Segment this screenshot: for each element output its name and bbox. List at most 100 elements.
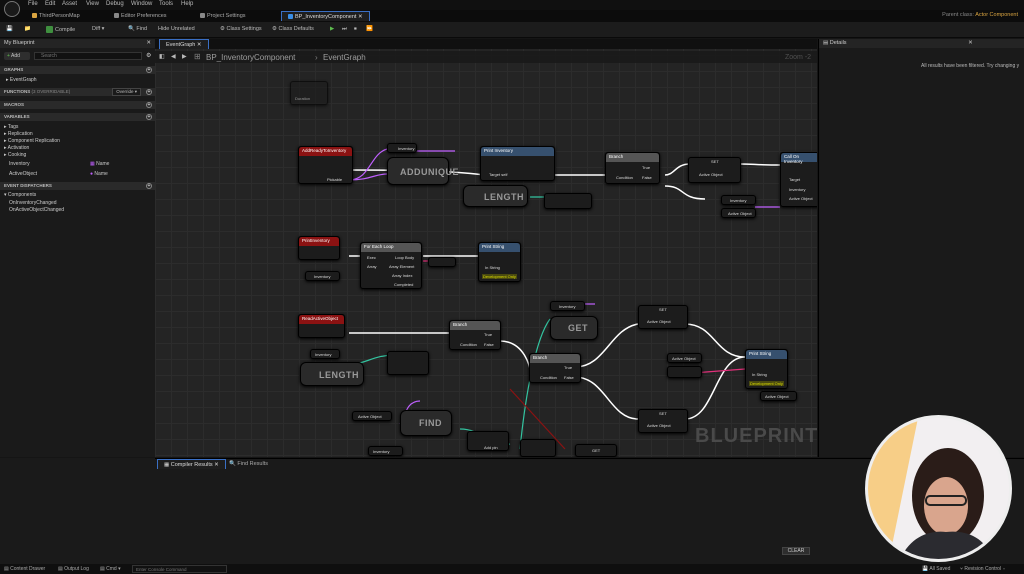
add-variable-icon[interactable]: + [146, 114, 152, 120]
variable-group-tags[interactable]: ▸ Tags [4, 124, 18, 130]
menu-window[interactable]: Window [131, 1, 152, 7]
browse-icon[interactable]: 📁 [24, 26, 31, 32]
functions-section[interactable]: FUNCTIONS (3 OVERRIDABLE) Override ▾ + [0, 88, 155, 96]
add-macro-icon[interactable]: + [146, 102, 152, 108]
diff-button[interactable]: Diff ▾ [92, 26, 104, 32]
back-arrow-icon[interactable]: ◀ [171, 53, 176, 60]
find-node[interactable]: FIND [400, 410, 452, 436]
graph-item-eventgraph[interactable]: ▸ EventGraph [6, 77, 37, 83]
close-tab-icon[interactable]: ✕ [197, 42, 202, 48]
conversion-node-2[interactable] [667, 366, 702, 378]
event-dispatchers-section[interactable]: EVENT DISPATCHERS + [0, 182, 155, 190]
gear-icon[interactable]: ⚙ [146, 52, 151, 59]
add-dispatcher-icon[interactable]: + [146, 183, 152, 189]
read-active-object-event-node[interactable]: ReadActiveObject [298, 314, 345, 338]
length-node-2[interactable]: LENGTH [300, 362, 364, 386]
branch-node-1[interactable]: Branch Condition True False [605, 152, 660, 184]
breadcrumb-leaf[interactable]: EventGraph [323, 53, 366, 62]
compare-node-1[interactable] [544, 193, 592, 209]
revision-control-button[interactable]: ⑂ Revision Control ▾ [960, 566, 1005, 572]
call-on-inventory-node[interactable]: Call On Inventory Target Inventory Activ… [780, 152, 817, 207]
step-icon[interactable]: ⏭ [342, 26, 347, 33]
print-string-node-2[interactable]: Print String In String Development Only [745, 349, 788, 389]
compare-node-4[interactable] [520, 439, 556, 457]
find-button[interactable]: 🔍 Find [128, 26, 147, 32]
tab-project-settings[interactable]: Project Settings [194, 11, 252, 21]
tab-thirdpersonmap[interactable]: ThirdPersonMap [26, 11, 86, 21]
variable-group-cooking[interactable]: ▸ Cooking [4, 152, 26, 158]
parent-class-link[interactable]: Actor Component [975, 12, 1018, 18]
add-graph-icon[interactable]: + [146, 67, 152, 73]
active-object-get-node-2[interactable]: Active Object [667, 353, 702, 363]
inventory-get-node-3[interactable]: Inventory [305, 271, 340, 281]
advance-icon[interactable]: ⏩ [366, 26, 373, 32]
stop-icon[interactable]: ⏹ [354, 26, 357, 33]
set-active-object-node-1[interactable]: SET Active Object [688, 157, 741, 183]
get-node-1[interactable]: GET [550, 316, 598, 340]
dispatcher-oninventorychanged[interactable]: OnInventoryChanged [9, 200, 57, 206]
tab-compiler-results[interactable]: ▦ Compiler Results ✕ [157, 459, 226, 469]
addunique-node[interactable]: ADDUNIQUE [387, 157, 459, 185]
close-tab-icon[interactable]: ✕ [358, 14, 363, 20]
clear-button[interactable]: CLEAR [782, 547, 810, 555]
play-icon[interactable]: ▶ [330, 26, 334, 32]
get-node-2[interactable]: GET [575, 444, 617, 457]
variable-activeobject[interactable]: ActiveObject [9, 171, 37, 177]
menu-asset[interactable]: Asset [62, 1, 77, 7]
macros-section[interactable]: MACROS + [0, 101, 155, 109]
home-icon[interactable]: ◧ [159, 53, 165, 60]
active-object-get-node-3[interactable]: Active Object [760, 391, 797, 401]
menu-help[interactable]: Help [181, 1, 193, 7]
add-button[interactable]: + Add [4, 52, 30, 60]
all-saved-indicator[interactable]: 💾 All Saved [922, 566, 950, 572]
branch-node-3[interactable]: Branch Condition True False [529, 353, 581, 383]
print-inventory-call-node[interactable]: Print Inventory Target self [480, 146, 555, 181]
add-ready-event-node[interactable]: AddReadyToInventory Pickable [298, 146, 353, 184]
event-graph-canvas[interactable]: Duration AddReadyToInventory Pickable In… [155, 39, 817, 457]
tab-bp-inventorycomponent[interactable]: BP_InventoryComponent ✕ [281, 11, 370, 21]
tab-find-results[interactable]: 🔍 Find Results [223, 459, 274, 469]
variable-group-replication[interactable]: ▸ Replication [4, 131, 33, 137]
compare-node-2[interactable] [387, 351, 429, 375]
menu-file[interactable]: File [28, 1, 38, 7]
compile-button[interactable]: Compile [46, 26, 75, 33]
print-string-node-1[interactable]: Print String In String Development Only [478, 242, 521, 282]
menu-view[interactable]: View [86, 1, 99, 7]
active-object-get-node-4[interactable]: Active Object [352, 411, 392, 421]
set-active-object-node-2[interactable]: SET Active Object [638, 305, 688, 329]
content-drawer-button[interactable]: ▤ Content Drawer [4, 566, 45, 572]
unreal-logo-icon[interactable] [4, 1, 20, 17]
variable-group-activation[interactable]: ▸ Activation [4, 145, 29, 151]
for-each-loop-node[interactable]: For Each Loop Exec Array Loop Body Array… [360, 242, 422, 289]
save-icon[interactable]: 💾 [6, 26, 13, 32]
breadcrumb-root[interactable]: BP_InventoryComponent [206, 53, 295, 62]
menu-edit[interactable]: Edit [45, 1, 55, 7]
delay-node[interactable]: Duration [290, 81, 328, 105]
hide-unrelated-button[interactable]: Hide Unrelated [158, 26, 195, 32]
console-input[interactable] [132, 565, 227, 573]
variable-type-inventory[interactable]: ▦ Name [90, 161, 109, 167]
close-tab-icon[interactable]: ✕ [214, 462, 219, 468]
length-node-1[interactable]: LENGTH [463, 185, 528, 207]
output-log-button[interactable]: ▤ Output Log [58, 566, 89, 572]
branch-node-2[interactable]: Branch Condition True False [449, 320, 501, 350]
close-icon[interactable]: ✕ [968, 40, 973, 46]
tab-eventgraph[interactable]: EventGraph ✕ [159, 39, 209, 49]
search-input[interactable] [34, 52, 142, 60]
close-icon[interactable]: ✕ [146, 40, 151, 46]
class-settings-button[interactable]: ⚙ Class Settings [220, 26, 262, 32]
cmd-dropdown[interactable]: ▤ Cmd ▾ [100, 566, 121, 572]
conversion-node-1[interactable] [428, 257, 456, 267]
tab-editor-preferences[interactable]: Editor Preferences [108, 11, 173, 21]
inventory-get-node-2[interactable]: Inventory [721, 195, 756, 205]
inventory-get-node-4[interactable]: Inventory [310, 349, 340, 359]
menu-debug[interactable]: Debug [106, 1, 124, 7]
variable-type-activeobject[interactable]: ● Name [90, 171, 108, 177]
print-inventory-event-node[interactable]: PrintInventory [298, 236, 340, 260]
class-defaults-button[interactable]: ⚙ Class Defaults [272, 26, 314, 32]
dispatcher-group-components[interactable]: ▾ Components [4, 192, 36, 198]
inventory-get-node-5[interactable]: Inventory [550, 301, 585, 311]
add-function-icon[interactable]: + [146, 89, 152, 95]
override-dropdown[interactable]: Override ▾ [112, 88, 141, 96]
menu-tools[interactable]: Tools [159, 1, 173, 7]
